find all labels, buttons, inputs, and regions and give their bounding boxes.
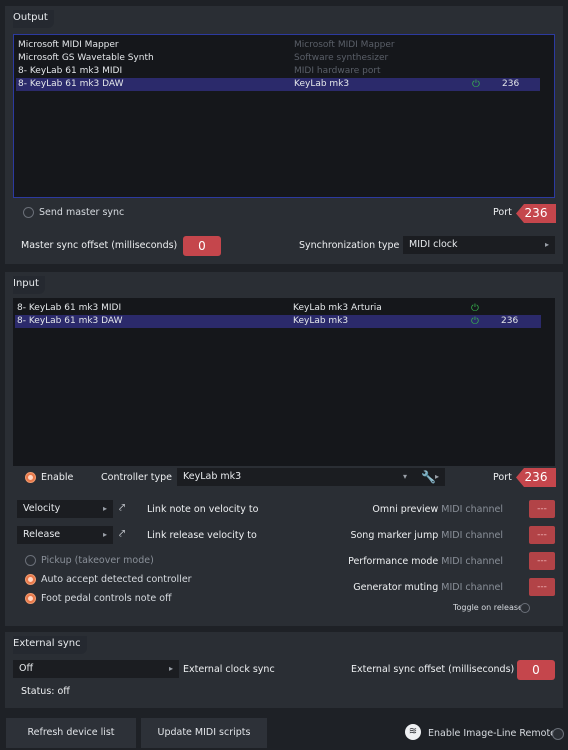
performance-mode-label: Performance mode xyxy=(348,556,439,567)
wrench-icon[interactable]: 🔧 xyxy=(421,468,436,486)
toggle-on-release-label: Toggle on release xyxy=(453,603,523,612)
power-icon: ⏻ xyxy=(471,316,479,327)
link-release-label: Link release velocity to xyxy=(147,530,257,541)
external-sync-offset-label: External sync offset (milliseconds) xyxy=(351,664,515,675)
device-name: Microsoft MIDI Mapper xyxy=(18,40,119,50)
device-row[interactable]: Microsoft MIDI Mapper Microsoft MIDI Mapp… xyxy=(16,39,540,52)
omni-preview-row: Omni preview MIDI channel xyxy=(372,504,503,515)
auto-accept-label: Auto accept detected controller xyxy=(41,574,192,585)
device-name: 8- KeyLab 61 mk3 DAW xyxy=(17,316,123,326)
song-marker-channel[interactable]: --- xyxy=(529,526,555,544)
generator-muting-channel[interactable]: --- xyxy=(529,578,555,596)
external-clock-label: External clock sync xyxy=(183,664,275,675)
generator-muting-row: Generator muting MIDI channel xyxy=(353,582,503,593)
external-sync-status: Status: off xyxy=(21,686,70,697)
device-port: 236 xyxy=(501,316,519,326)
output-title: Output xyxy=(13,10,54,28)
link-velocity-label: Link note on velocity to xyxy=(147,504,259,515)
chevron-right-icon: ▸ xyxy=(102,504,107,513)
device-name: 8- KeyLab 61 mk3 DAW xyxy=(18,79,124,89)
release-select[interactable]: Release ▸ xyxy=(17,526,113,544)
device-controller: KeyLab mk3 xyxy=(293,316,349,326)
foot-pedal-label: Foot pedal controls note off xyxy=(41,593,172,604)
controller-type-label: Controller type xyxy=(101,472,172,483)
device-controller: Microsoft MIDI Mapper xyxy=(294,40,395,50)
output-device-list[interactable]: Microsoft MIDI Mapper Microsoft MIDI Mapp… xyxy=(13,34,555,198)
chevron-right-icon: ▸ xyxy=(168,664,173,673)
power-icon: ⏻ xyxy=(472,79,480,90)
device-row[interactable]: Microsoft GS Wavetable Synth Software syn… xyxy=(16,52,540,65)
enable-radio[interactable] xyxy=(25,472,36,483)
device-port: 236 xyxy=(502,79,520,89)
send-master-sync-radio[interactable] xyxy=(23,207,34,218)
device-controller: Software synthesizer xyxy=(294,53,389,63)
enable-label: Enable xyxy=(41,472,74,483)
device-row[interactable]: 8- KeyLab 61 mk3 DAW KeyLab mk3 ⏻ 236 xyxy=(16,78,540,91)
song-marker-label: Song marker jump xyxy=(350,530,439,541)
input-port-value[interactable]: 236 xyxy=(516,468,556,487)
enable-remote-radio[interactable] xyxy=(552,728,564,740)
link-icon[interactable]: ⤤ xyxy=(119,501,125,515)
chevron-right-icon: ▸ xyxy=(435,472,440,481)
midi-channel-label: MIDI channel xyxy=(441,582,503,593)
device-name: 8- KeyLab 61 mk3 MIDI xyxy=(17,303,122,313)
midi-channel-label: MIDI channel xyxy=(441,556,503,567)
omni-preview-channel[interactable]: --- xyxy=(529,500,555,518)
song-marker-row: Song marker jump MIDI channel xyxy=(350,530,503,541)
external-clock-value: Off xyxy=(19,663,34,674)
remote-wifi-icon: ≋ xyxy=(405,724,421,740)
performance-mode-channel[interactable]: --- xyxy=(529,552,555,570)
performance-mode-row: Performance mode MIDI channel xyxy=(348,556,503,567)
device-controller: KeyLab mk3 Arturia xyxy=(293,303,382,313)
device-row[interactable]: 8- KeyLab 61 mk3 MIDI KeyLab mk3 Arturia ⏻ xyxy=(15,302,541,315)
midi-channel-label: MIDI channel xyxy=(441,530,503,541)
foot-pedal-radio[interactable] xyxy=(25,593,36,604)
sync-type-select[interactable]: MIDI clock ▸ xyxy=(403,236,555,254)
external-sync-offset-value[interactable]: 0 xyxy=(517,660,555,680)
device-row[interactable]: 8- KeyLab 61 mk3 DAW KeyLab mk3 ⏻ 236 xyxy=(15,315,541,328)
input-title: Input xyxy=(13,276,45,294)
device-name: Microsoft GS Wavetable Synth xyxy=(18,53,154,63)
power-icon: ⏻ xyxy=(471,303,479,314)
controller-type-select[interactable]: KeyLab mk3 ▾ 🔧 ▸ xyxy=(177,468,445,486)
device-controller: KeyLab mk3 xyxy=(294,79,350,89)
link-icon[interactable]: ⤤ xyxy=(119,527,125,541)
toggle-on-release-radio[interactable] xyxy=(520,603,530,613)
output-section: Output Microsoft MIDI Mapper Microsoft MI… xyxy=(5,6,563,264)
sync-type-label: Synchronization type xyxy=(299,240,400,251)
generator-muting-label: Generator muting xyxy=(353,582,439,593)
controller-type-value: KeyLab mk3 xyxy=(183,471,242,482)
master-sync-offset-label: Master sync offset (milliseconds) xyxy=(21,240,178,251)
sync-type-value: MIDI clock xyxy=(409,239,458,250)
device-name: 8- KeyLab 61 mk3 MIDI xyxy=(18,66,123,76)
midi-channel-label: MIDI channel xyxy=(441,504,503,515)
release-value: Release xyxy=(23,529,61,540)
velocity-select[interactable]: Velocity ▸ xyxy=(17,500,113,518)
send-master-sync-label: Send master sync xyxy=(39,207,125,218)
chevron-down-icon: ▾ xyxy=(403,472,408,481)
device-controller: MIDI hardware port xyxy=(294,66,381,76)
chevron-right-icon: ▸ xyxy=(102,530,107,539)
pickup-radio[interactable] xyxy=(25,555,36,566)
master-sync-offset-value[interactable]: 0 xyxy=(183,236,221,256)
refresh-device-list-button[interactable]: Refresh device list xyxy=(6,718,136,748)
external-sync-section: External sync Off ▸ External clock sync … xyxy=(5,632,563,708)
update-midi-scripts-button[interactable]: Update MIDI scripts xyxy=(141,718,267,748)
omni-preview-label: Omni preview xyxy=(372,504,439,515)
external-sync-title: External sync xyxy=(13,636,87,654)
pickup-label: Pickup (takeover mode) xyxy=(41,555,154,566)
output-port-value[interactable]: 236 xyxy=(516,204,556,223)
input-section: Input 8- KeyLab 61 mk3 MIDI KeyLab mk3 Ar… xyxy=(5,272,563,626)
chevron-right-icon: ▸ xyxy=(544,240,549,249)
input-port-label: Port xyxy=(493,472,512,483)
enable-remote-label: Enable Image-Line Remote xyxy=(428,728,557,739)
external-clock-select[interactable]: Off ▸ xyxy=(13,660,179,678)
device-row[interactable]: 8- KeyLab 61 mk3 MIDI MIDI hardware port xyxy=(16,65,540,78)
output-port-label: Port xyxy=(493,207,512,218)
velocity-value: Velocity xyxy=(23,503,61,514)
auto-accept-radio[interactable] xyxy=(25,574,36,585)
input-device-list[interactable]: 8- KeyLab 61 mk3 MIDI KeyLab mk3 Arturia ⏻… xyxy=(13,298,555,466)
